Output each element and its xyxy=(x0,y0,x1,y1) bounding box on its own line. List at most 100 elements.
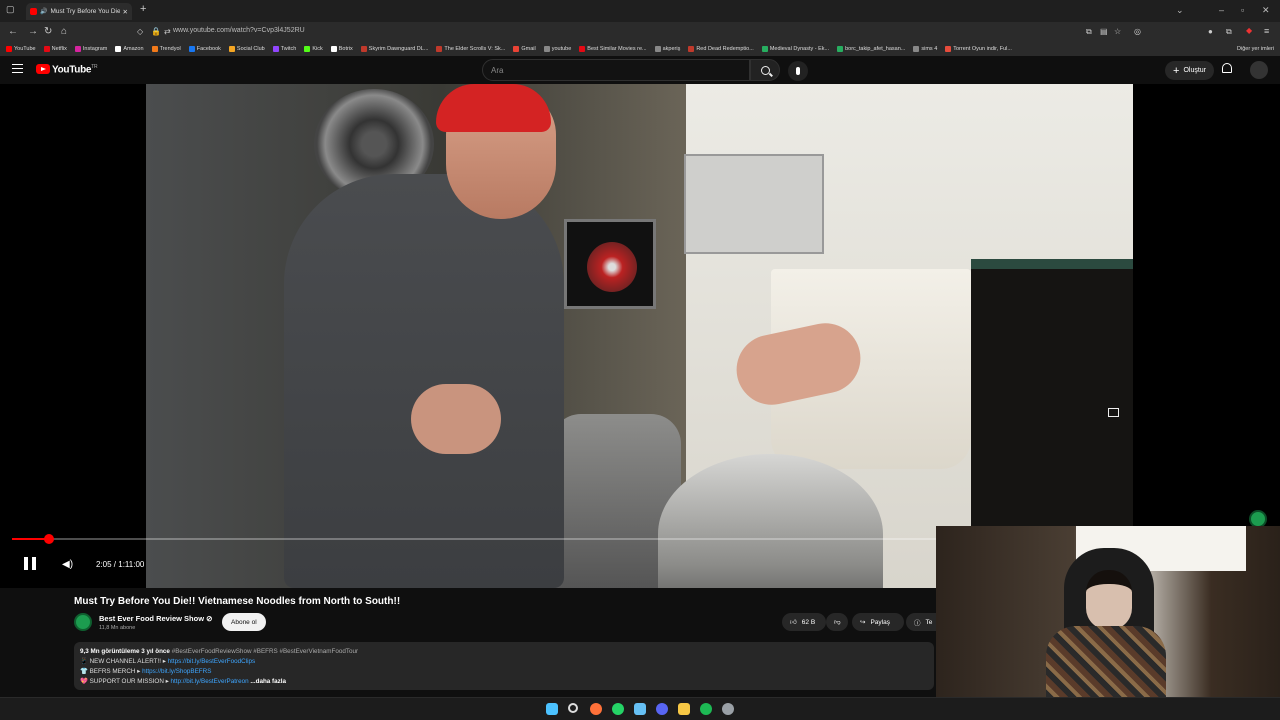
bookmark-favicon-icon xyxy=(579,46,586,52)
show-more-link[interactable]: ...daha fazla xyxy=(250,678,286,685)
channel-name[interactable]: Best Ever Food Review Show ⊘ xyxy=(99,614,212,623)
reload-icon[interactable]: ↻ xyxy=(44,26,52,37)
thumbs-down-icon: 👎︎ xyxy=(834,619,841,626)
browser-tab-active[interactable]: 🔊 Must Try Before You Die!! Vi ✕ xyxy=(26,3,132,20)
account-icon[interactable]: ● xyxy=(1208,27,1213,36)
bookmark-item[interactable]: Trendyol xyxy=(151,46,181,52)
bookmark-item[interactable]: borc_takip_afet_hasan... xyxy=(837,46,905,52)
notifications-bell-icon[interactable] xyxy=(1222,63,1232,73)
youtube-logo-icon[interactable] xyxy=(36,64,50,74)
clips-channel-link[interactable]: https://bit.ly/BestEverFoodClips xyxy=(168,658,256,665)
close-window-button[interactable]: ✕ xyxy=(1262,5,1270,16)
bookmark-item[interactable]: The Elder Scrolls V: Sk... xyxy=(436,46,505,52)
create-button[interactable]: + Oluştur xyxy=(1165,61,1214,80)
firefox-icon[interactable] xyxy=(590,703,602,715)
tab-list-chevron-icon[interactable]: ⌄ xyxy=(1176,5,1184,16)
video-player[interactable]: ◀) 2:05 / 1:11:00 xyxy=(0,84,1280,588)
like-button[interactable]: 👍︎ 62 B xyxy=(782,613,826,631)
pause-button[interactable] xyxy=(24,557,36,570)
bookmark-item[interactable]: Social Club xyxy=(228,46,265,52)
bookmark-favicon-icon xyxy=(6,46,12,52)
voice-search-button[interactable] xyxy=(788,61,808,81)
windows-start-icon[interactable] xyxy=(546,703,558,715)
bookmark-item[interactable]: Netflix xyxy=(43,46,67,52)
video-progress-bar[interactable] xyxy=(12,534,936,544)
search-icon[interactable] xyxy=(568,703,578,713)
site-settings-icon[interactable]: ⇄ xyxy=(164,27,171,36)
scrubber-handle[interactable] xyxy=(43,534,54,544)
bookmark-label: The Elder Scrolls V: Sk... xyxy=(444,46,506,52)
video-title: Must Try Before You Die!! Vietnamese Noo… xyxy=(74,596,401,607)
bookmark-label: Netflix xyxy=(51,46,67,52)
reader-view-icon[interactable]: ▤ xyxy=(1100,27,1108,36)
thanks-button[interactable]: ⓘ Te xyxy=(906,613,936,631)
bookmark-item[interactable]: Torrent Oyun indir, Ful... xyxy=(945,46,1012,52)
bookmark-label: Trendyol xyxy=(159,46,181,52)
bookmark-item[interactable]: Gmail xyxy=(513,46,536,52)
new-tab-button[interactable]: + xyxy=(140,3,146,15)
minimize-button[interactable]: – xyxy=(1219,5,1224,15)
audio-playing-icon[interactable]: 🔊 xyxy=(40,8,47,15)
picture-in-picture-icon[interactable]: ⧉ xyxy=(1086,27,1092,37)
bookmark-item[interactable]: Botrix xyxy=(330,46,353,52)
extensions-icon[interactable]: ⧉ xyxy=(1226,27,1232,37)
search-input[interactable]: Ara xyxy=(482,59,750,81)
bookmark-label: Botrix xyxy=(338,46,353,52)
bookmark-item[interactable]: Instagram xyxy=(74,46,107,52)
bookmark-item[interactable]: youtube xyxy=(543,46,571,52)
bookmark-item[interactable]: Facebook xyxy=(188,46,221,52)
notification-extension-icon[interactable]: ◆ xyxy=(1246,26,1252,35)
search-button[interactable] xyxy=(750,59,780,81)
bookmark-label: YouTube xyxy=(14,46,36,52)
bookmark-item[interactable]: YouTube xyxy=(6,46,36,52)
file-explorer-icon[interactable] xyxy=(678,703,690,715)
screen-capture-icon[interactable] xyxy=(1108,408,1119,417)
volume-icon[interactable]: ◀) xyxy=(62,559,73,570)
bookmark-item[interactable]: Skyrim Dawnguard DL... xyxy=(360,46,428,52)
whatsapp-icon[interactable] xyxy=(612,703,624,715)
other-bookmarks[interactable]: Diğer yer imleri xyxy=(1237,46,1274,52)
shield-icon[interactable]: ◇ xyxy=(137,27,143,36)
maximize-button[interactable]: ▫ xyxy=(1241,5,1244,15)
user-avatar[interactable] xyxy=(1250,61,1268,79)
spotify-icon[interactable] xyxy=(700,703,712,715)
lock-icon[interactable]: 🔒 xyxy=(151,27,161,36)
steam-icon[interactable] xyxy=(634,703,646,715)
hamburger-menu-icon[interactable] xyxy=(12,64,23,73)
youtube-wordmark[interactable]: YouTubeTR xyxy=(52,64,98,75)
bookmark-item[interactable]: Amazon xyxy=(115,46,144,52)
url-field[interactable]: www.youtube.com/watch?v=Cvp3l4J52RU xyxy=(173,27,305,34)
tab-overview-icon[interactable]: ▢ xyxy=(6,4,15,15)
dislike-button[interactable]: 👎︎ xyxy=(826,613,848,631)
description-line-1: 📱 NEW CHANNEL ALERT!! ▸ https://bit.ly/B… xyxy=(80,658,256,665)
back-arrow-icon[interactable]: ← xyxy=(8,26,18,37)
bookmark-label: Kick xyxy=(312,46,323,52)
hashtags[interactable]: #BestEverFoodReviewShow #BEFRS #BestEver… xyxy=(172,648,358,655)
bookmark-item[interactable]: Twitch xyxy=(272,46,296,52)
settings-icon[interactable] xyxy=(722,703,734,715)
subscribe-button[interactable]: Abone ol xyxy=(222,613,266,631)
close-tab-icon[interactable]: ✕ xyxy=(123,8,128,16)
bookmark-star-icon[interactable]: ☆ xyxy=(1114,27,1121,36)
menu-icon[interactable]: ≡ xyxy=(1264,26,1269,36)
thanks-icon: ⓘ xyxy=(914,620,921,627)
share-arrow-icon: ↪ xyxy=(860,619,866,626)
forward-arrow-icon[interactable]: → xyxy=(28,26,38,37)
patreon-link[interactable]: http://bit.ly/BestEverPatreon xyxy=(171,678,249,685)
bookmark-favicon-icon xyxy=(330,46,337,52)
bookmark-favicon-icon xyxy=(228,46,235,52)
bookmark-item[interactable]: sims 4 xyxy=(913,46,937,52)
description-box[interactable]: 9,3 Mn görüntüleme 3 yıl önce #BestEverF… xyxy=(74,642,934,690)
home-icon[interactable]: ⌂ xyxy=(61,26,67,37)
bookmark-item[interactable]: Kick xyxy=(304,46,323,52)
bookmark-item[interactable]: Medieval Dynasty - Ek... xyxy=(761,46,829,52)
merch-link[interactable]: https://bit.ly/ShopBEFRS xyxy=(142,668,211,675)
share-button[interactable]: ↪ Paylaş xyxy=(852,613,904,631)
bookmark-item[interactable]: Red Dead Redemptio... xyxy=(688,46,754,52)
bookmark-item[interactable]: Best Similar Movies re... xyxy=(579,46,647,52)
search-icon xyxy=(760,65,770,75)
channel-avatar[interactable] xyxy=(74,613,92,631)
bookmark-item[interactable]: akperiş xyxy=(654,46,680,52)
screenshot-icon[interactable]: ◎ xyxy=(1134,27,1141,36)
discord-icon[interactable] xyxy=(656,703,668,715)
